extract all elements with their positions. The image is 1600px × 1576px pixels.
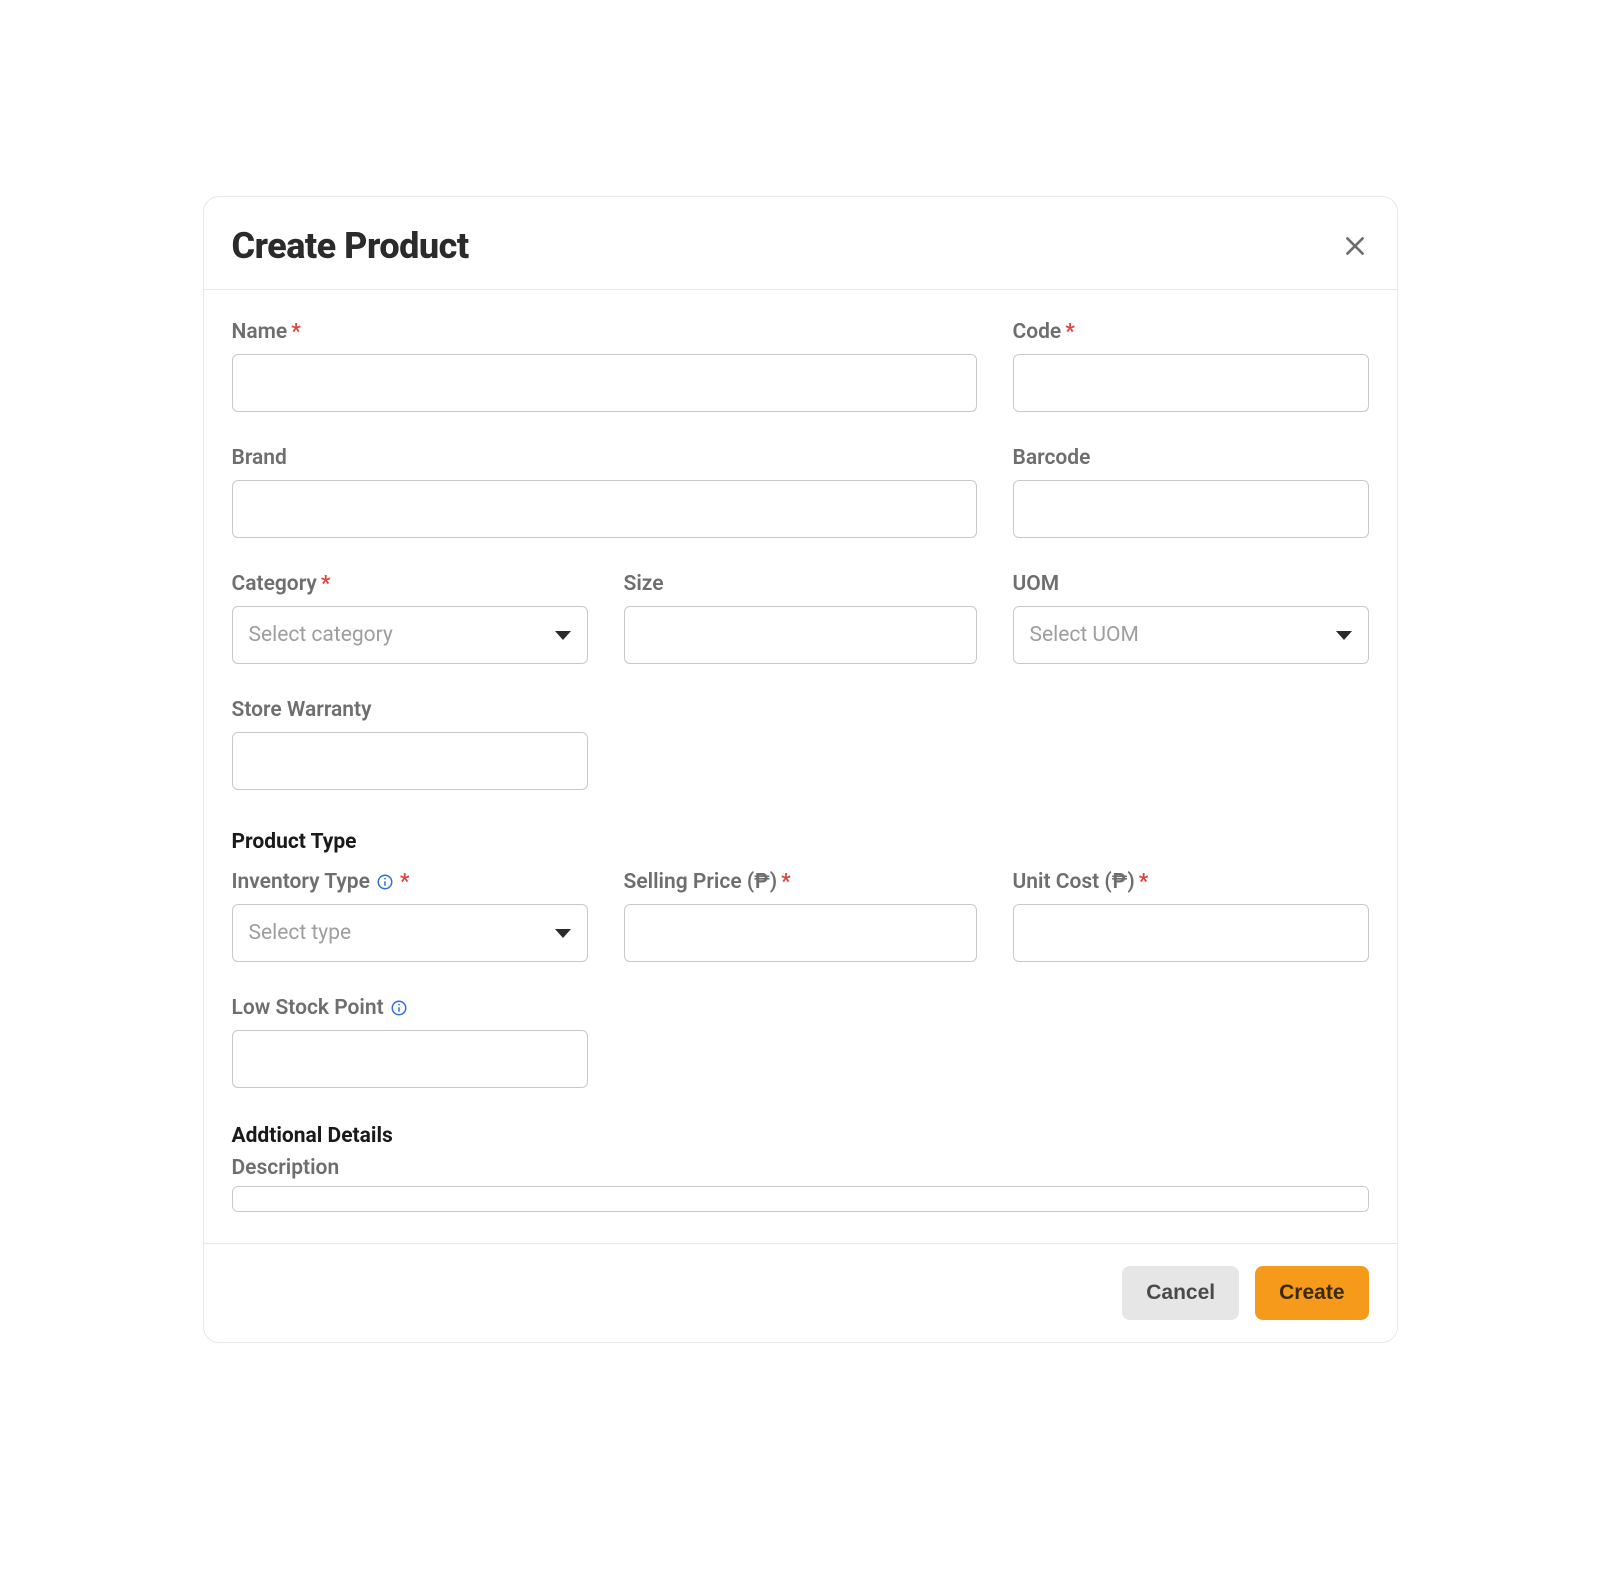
unit-cost-label: Unit Cost (₱)* [1013,870,1369,894]
required-indicator: * [321,572,331,596]
required-indicator: * [400,870,410,894]
modal-footer: Cancel Create [204,1243,1397,1342]
info-icon[interactable] [390,999,408,1017]
additional-details-heading: Addtional Details [232,1124,1369,1148]
info-icon[interactable] [376,873,394,891]
cancel-button[interactable]: Cancel [1122,1266,1239,1320]
barcode-input[interactable] [1013,480,1369,538]
close-button[interactable] [1341,232,1369,260]
uom-placeholder: Select UOM [1030,623,1139,647]
chevron-down-icon [1336,631,1352,640]
store-warranty-label: Store Warranty [232,698,588,722]
inventory-type-label: Inventory Type * [232,870,588,894]
description-input[interactable] [232,1186,1369,1212]
store-warranty-input[interactable] [232,732,588,790]
modal-body: Name* Code* Brand Barcode [204,290,1397,1243]
uom-label: UOM [1013,572,1369,596]
inventory-type-select[interactable]: Select type [232,904,588,962]
brand-input[interactable] [232,480,977,538]
chevron-down-icon [555,929,571,938]
selling-price-label: Selling Price (₱)* [624,870,977,894]
required-indicator: * [781,870,791,894]
required-indicator: * [291,320,301,344]
uom-select[interactable]: Select UOM [1013,606,1369,664]
selling-price-input[interactable] [624,904,977,962]
size-label: Size [624,572,977,596]
product-type-heading: Product Type [232,830,1369,854]
code-input[interactable] [1013,354,1369,412]
required-indicator: * [1065,320,1075,344]
category-placeholder: Select category [249,623,393,647]
close-icon [1342,233,1368,259]
category-select[interactable]: Select category [232,606,588,664]
name-label: Name* [232,320,977,344]
size-input[interactable] [624,606,977,664]
category-label: Category* [232,572,588,596]
required-indicator: * [1139,870,1149,894]
low-stock-input[interactable] [232,1030,588,1088]
unit-cost-input[interactable] [1013,904,1369,962]
name-input[interactable] [232,354,977,412]
description-label: Description [232,1156,1369,1180]
modal-title: Create Product [232,225,469,267]
chevron-down-icon [555,631,571,640]
low-stock-label: Low Stock Point [232,996,588,1020]
barcode-label: Barcode [1013,446,1369,470]
inventory-type-placeholder: Select type [249,921,352,945]
create-button[interactable]: Create [1255,1266,1368,1320]
modal-header: Create Product [204,197,1397,290]
create-product-modal: Create Product Name* Code [203,196,1398,1343]
brand-label: Brand [232,446,977,470]
code-label: Code* [1013,320,1369,344]
